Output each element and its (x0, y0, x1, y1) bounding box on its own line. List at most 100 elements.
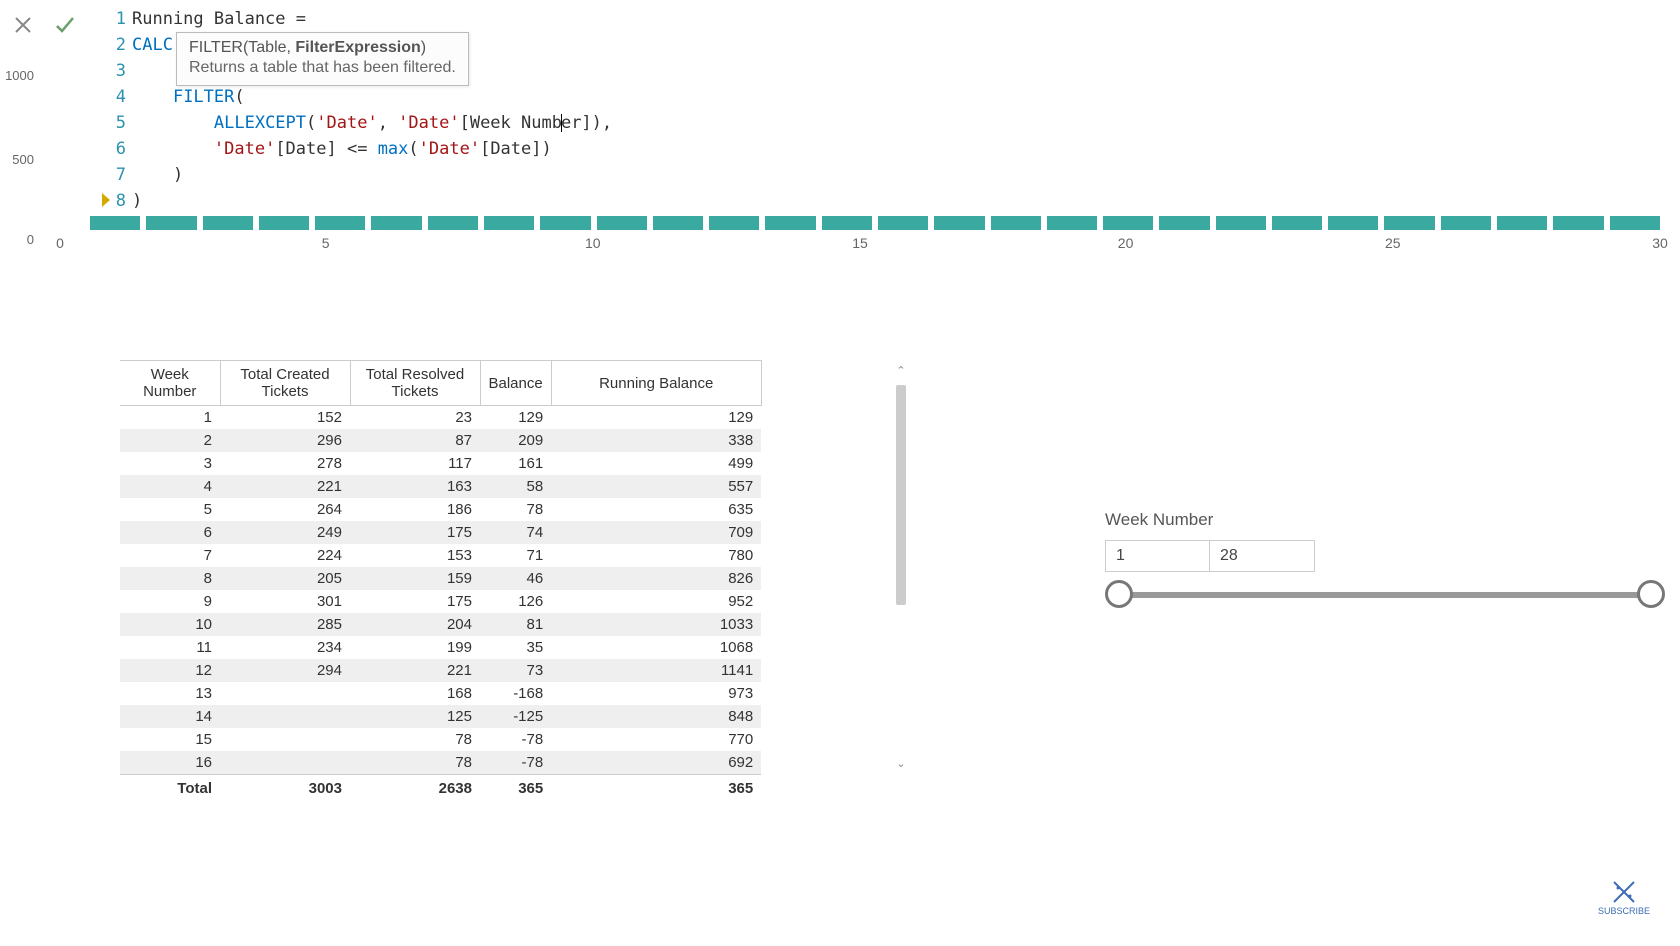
table-cell: -168 (480, 682, 551, 705)
table-row[interactable]: 820515946826 (120, 567, 761, 590)
table-cell: 221 (350, 659, 480, 682)
table-cell (220, 682, 350, 705)
table-cell: 199 (350, 636, 480, 659)
table-cell: 635 (551, 498, 761, 521)
table-cell: 117 (350, 452, 480, 475)
x-tick-label: 25 (1385, 235, 1401, 251)
table-cell: 153 (350, 544, 480, 567)
slider-handle-min[interactable] (1105, 580, 1133, 608)
logo-text: SUBSCRIBE (1598, 906, 1650, 916)
table-cell: 709 (551, 521, 761, 544)
table-cell: 46 (480, 567, 551, 590)
table-cell: 175 (350, 590, 480, 613)
table-cell: 692 (551, 751, 761, 775)
table-row[interactable]: 422116358557 (120, 475, 761, 498)
line-number: 1 (108, 6, 132, 32)
code-text: ) (132, 162, 183, 188)
table-cell: 9 (120, 590, 220, 613)
intellisense-tooltip: FILTER(Table, FilterExpression) Returns … (176, 32, 469, 86)
x-tick-label: 15 (852, 235, 868, 251)
column-header[interactable]: Running Balance (551, 361, 761, 406)
dna-icon (1608, 880, 1640, 904)
table-cell: 1 (120, 406, 220, 430)
code-text: 'Date'[Date] <= max('Date'[Date]) (132, 136, 552, 162)
line-number: 8 (108, 188, 132, 214)
table-cell: 129 (551, 406, 761, 430)
table-cell: 952 (551, 590, 761, 613)
table-cell: 205 (220, 567, 350, 590)
column-header[interactable]: Balance (480, 361, 551, 406)
table-row[interactable]: 229687209338 (120, 429, 761, 452)
table-cell: 770 (551, 728, 761, 751)
table-cell: 264 (220, 498, 350, 521)
total-cell: Total (120, 775, 220, 803)
table-cell (220, 705, 350, 728)
scroll-up-icon[interactable]: ⌃ (895, 365, 907, 377)
table-cell: 557 (551, 475, 761, 498)
table-cell: 780 (551, 544, 761, 567)
x-tick-label: 5 (322, 235, 330, 251)
table-cell: 35 (480, 636, 551, 659)
table-cell: 78 (350, 751, 480, 775)
table-row[interactable]: 526418678635 (120, 498, 761, 521)
week-number-slicer[interactable]: Week Number (1105, 510, 1665, 598)
x-tick-label: 10 (585, 235, 601, 251)
cancel-formula-button[interactable] (10, 12, 36, 38)
table-cell: 12 (120, 659, 220, 682)
table-cell: 301 (220, 590, 350, 613)
table-row[interactable]: 14125-125848 (120, 705, 761, 728)
code-text: Running Balance = (132, 6, 306, 32)
table-cell: 15 (120, 728, 220, 751)
table-cell: 23 (350, 406, 480, 430)
table-cell (220, 728, 350, 751)
table-cell: 163 (350, 475, 480, 498)
table-row[interactable]: 115223129129 (120, 406, 761, 430)
table-scrollbar[interactable]: ⌃ ⌄ (895, 365, 907, 770)
table-cell: 3 (120, 452, 220, 475)
table-row[interactable]: 3278117161499 (120, 452, 761, 475)
table-cell: 826 (551, 567, 761, 590)
code-text: ) (132, 188, 142, 214)
column-header[interactable]: Total Resolved Tickets (350, 361, 480, 406)
table-cell: 7 (120, 544, 220, 567)
line-number: 3 (108, 58, 132, 84)
table-cell: 10 (120, 613, 220, 636)
table-visual[interactable]: Week NumberTotal Created TicketsTotal Re… (120, 360, 910, 802)
table-cell: -125 (480, 705, 551, 728)
table-row[interactable]: 11234199351068 (120, 636, 761, 659)
table-row[interactable]: 10285204811033 (120, 613, 761, 636)
table-row[interactable]: 12294221731141 (120, 659, 761, 682)
table-cell: 168 (350, 682, 480, 705)
slider-track[interactable] (1119, 592, 1651, 598)
table-cell: 186 (350, 498, 480, 521)
slider-handle-max[interactable] (1637, 580, 1665, 608)
slicer-min-input[interactable] (1105, 540, 1210, 572)
table-cell: 278 (220, 452, 350, 475)
table-cell: 13 (120, 682, 220, 705)
scroll-down-icon[interactable]: ⌄ (895, 758, 907, 770)
table-cell: 338 (551, 429, 761, 452)
table-row[interactable]: 722415371780 (120, 544, 761, 567)
table-row[interactable]: 1678-78692 (120, 751, 761, 775)
table-row[interactable]: 9301175126952 (120, 590, 761, 613)
total-cell: 2638 (350, 775, 480, 803)
line-number: 5 (108, 110, 132, 136)
code-text: ALLEXCEPT('Date', 'Date'[Week Number]), (132, 110, 612, 136)
total-cell: 365 (551, 775, 761, 803)
table-cell: 1033 (551, 613, 761, 636)
table-cell: 175 (350, 521, 480, 544)
table-cell: 973 (551, 682, 761, 705)
table-row[interactable]: 13 168-168973 (120, 682, 761, 705)
table-cell: -78 (480, 751, 551, 775)
slicer-max-input[interactable] (1210, 540, 1315, 572)
table-cell: 8 (120, 567, 220, 590)
column-header[interactable]: Total Created Tickets (220, 361, 350, 406)
table-row[interactable]: 1578-78770 (120, 728, 761, 751)
x-axis: 051015202530 (60, 235, 1660, 260)
total-cell: 365 (480, 775, 551, 803)
column-header[interactable]: Week Number (120, 361, 220, 406)
commit-formula-button[interactable] (52, 12, 78, 38)
table-row[interactable]: 624917574709 (120, 521, 761, 544)
scrollbar-thumb[interactable] (896, 385, 906, 605)
code-text: FILTER( (132, 84, 245, 110)
